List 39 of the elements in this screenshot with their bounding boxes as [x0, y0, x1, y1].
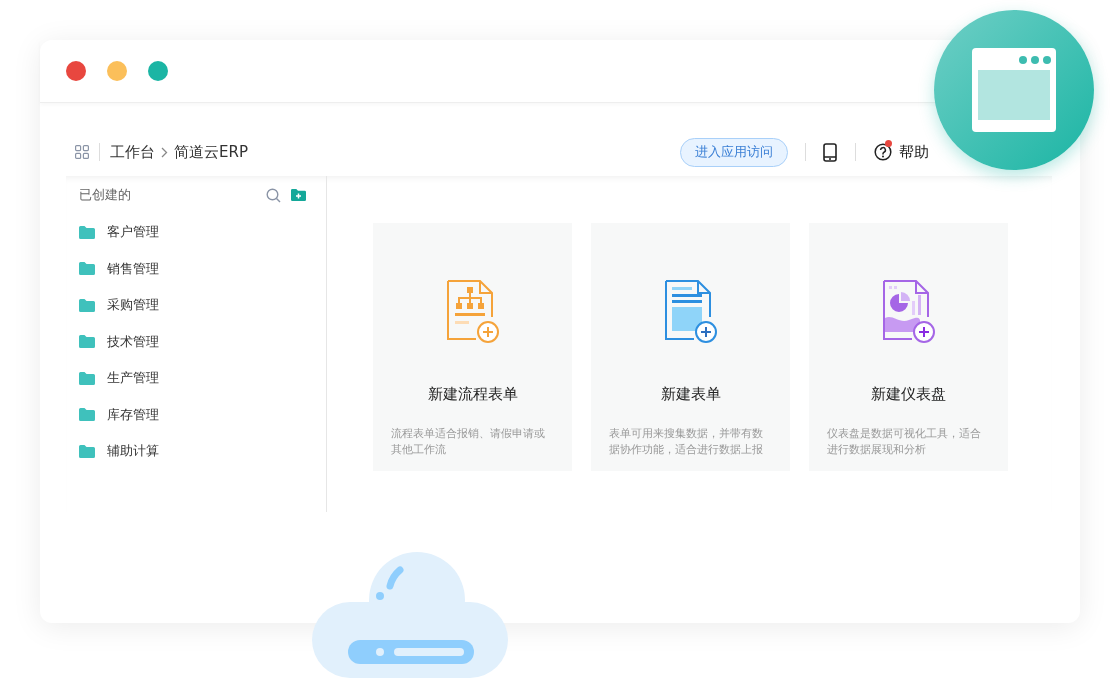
folder-icon: [79, 262, 95, 276]
breadcrumb-current: 简道云ERP: [174, 142, 248, 162]
grid-icon[interactable]: [75, 145, 89, 159]
maximize-dot[interactable]: [148, 61, 168, 81]
add-folder-icon[interactable]: [291, 189, 306, 201]
folder-icon: [79, 371, 95, 385]
flow-chart-document-icon: [444, 280, 501, 346]
card-title: 新建流程表单: [427, 384, 518, 404]
card-description: 流程表单适合报销、请假申请或其他工作流: [391, 426, 546, 458]
folder-icon: [79, 444, 95, 458]
chart-document-icon: [880, 280, 937, 346]
card-description: 仪表盘是数据可视化工具，适合进行数据展现和分析: [827, 426, 982, 458]
folder-icon: [79, 298, 95, 312]
card-description: 表单可用来搜集数据，并带有数据协作功能，适合进行数据上报: [609, 426, 764, 458]
create-card[interactable]: 新建流程表单 流程表单适合报销、请假申请或其他工作流: [373, 223, 572, 471]
folder-icon: [79, 335, 95, 349]
help-button[interactable]: 帮助: [874, 138, 929, 166]
card-title: 新建表单: [660, 384, 721, 404]
minimize-dot[interactable]: [107, 61, 127, 81]
folder-name[interactable]: 库存管理: [107, 405, 159, 424]
folder-name[interactable]: 技术管理: [107, 332, 159, 351]
tablet-icon[interactable]: [823, 142, 837, 162]
form-document-icon: [662, 280, 719, 346]
folder-icon: [79, 408, 95, 422]
search-icon[interactable]: [266, 187, 281, 203]
folder-name[interactable]: 客户管理: [107, 223, 159, 242]
folder-icon: [79, 225, 95, 239]
create-card[interactable]: 新建仪表盘 仪表盘是数据可视化工具，适合进行数据展现和分析: [809, 223, 1008, 471]
visit-app-button[interactable]: 进入应用访问: [680, 137, 788, 167]
folder-name[interactable]: 辅助计算: [107, 442, 159, 461]
breadcrumb-link[interactable]: 工作台: [110, 142, 155, 162]
folder-name[interactable]: 销售管理: [107, 259, 159, 278]
sidebar-title: 已创建的: [79, 186, 131, 204]
close-dot[interactable]: [66, 61, 86, 81]
card-title: 新建仪表盘: [871, 384, 946, 404]
folder-name[interactable]: 生产管理: [107, 369, 159, 388]
folder-name[interactable]: 采购管理: [107, 296, 159, 315]
create-card[interactable]: 新建表单 表单可用来搜集数据，并带有数据协作功能，适合进行数据上报: [591, 223, 790, 471]
chevron-right-icon: [161, 146, 168, 158]
